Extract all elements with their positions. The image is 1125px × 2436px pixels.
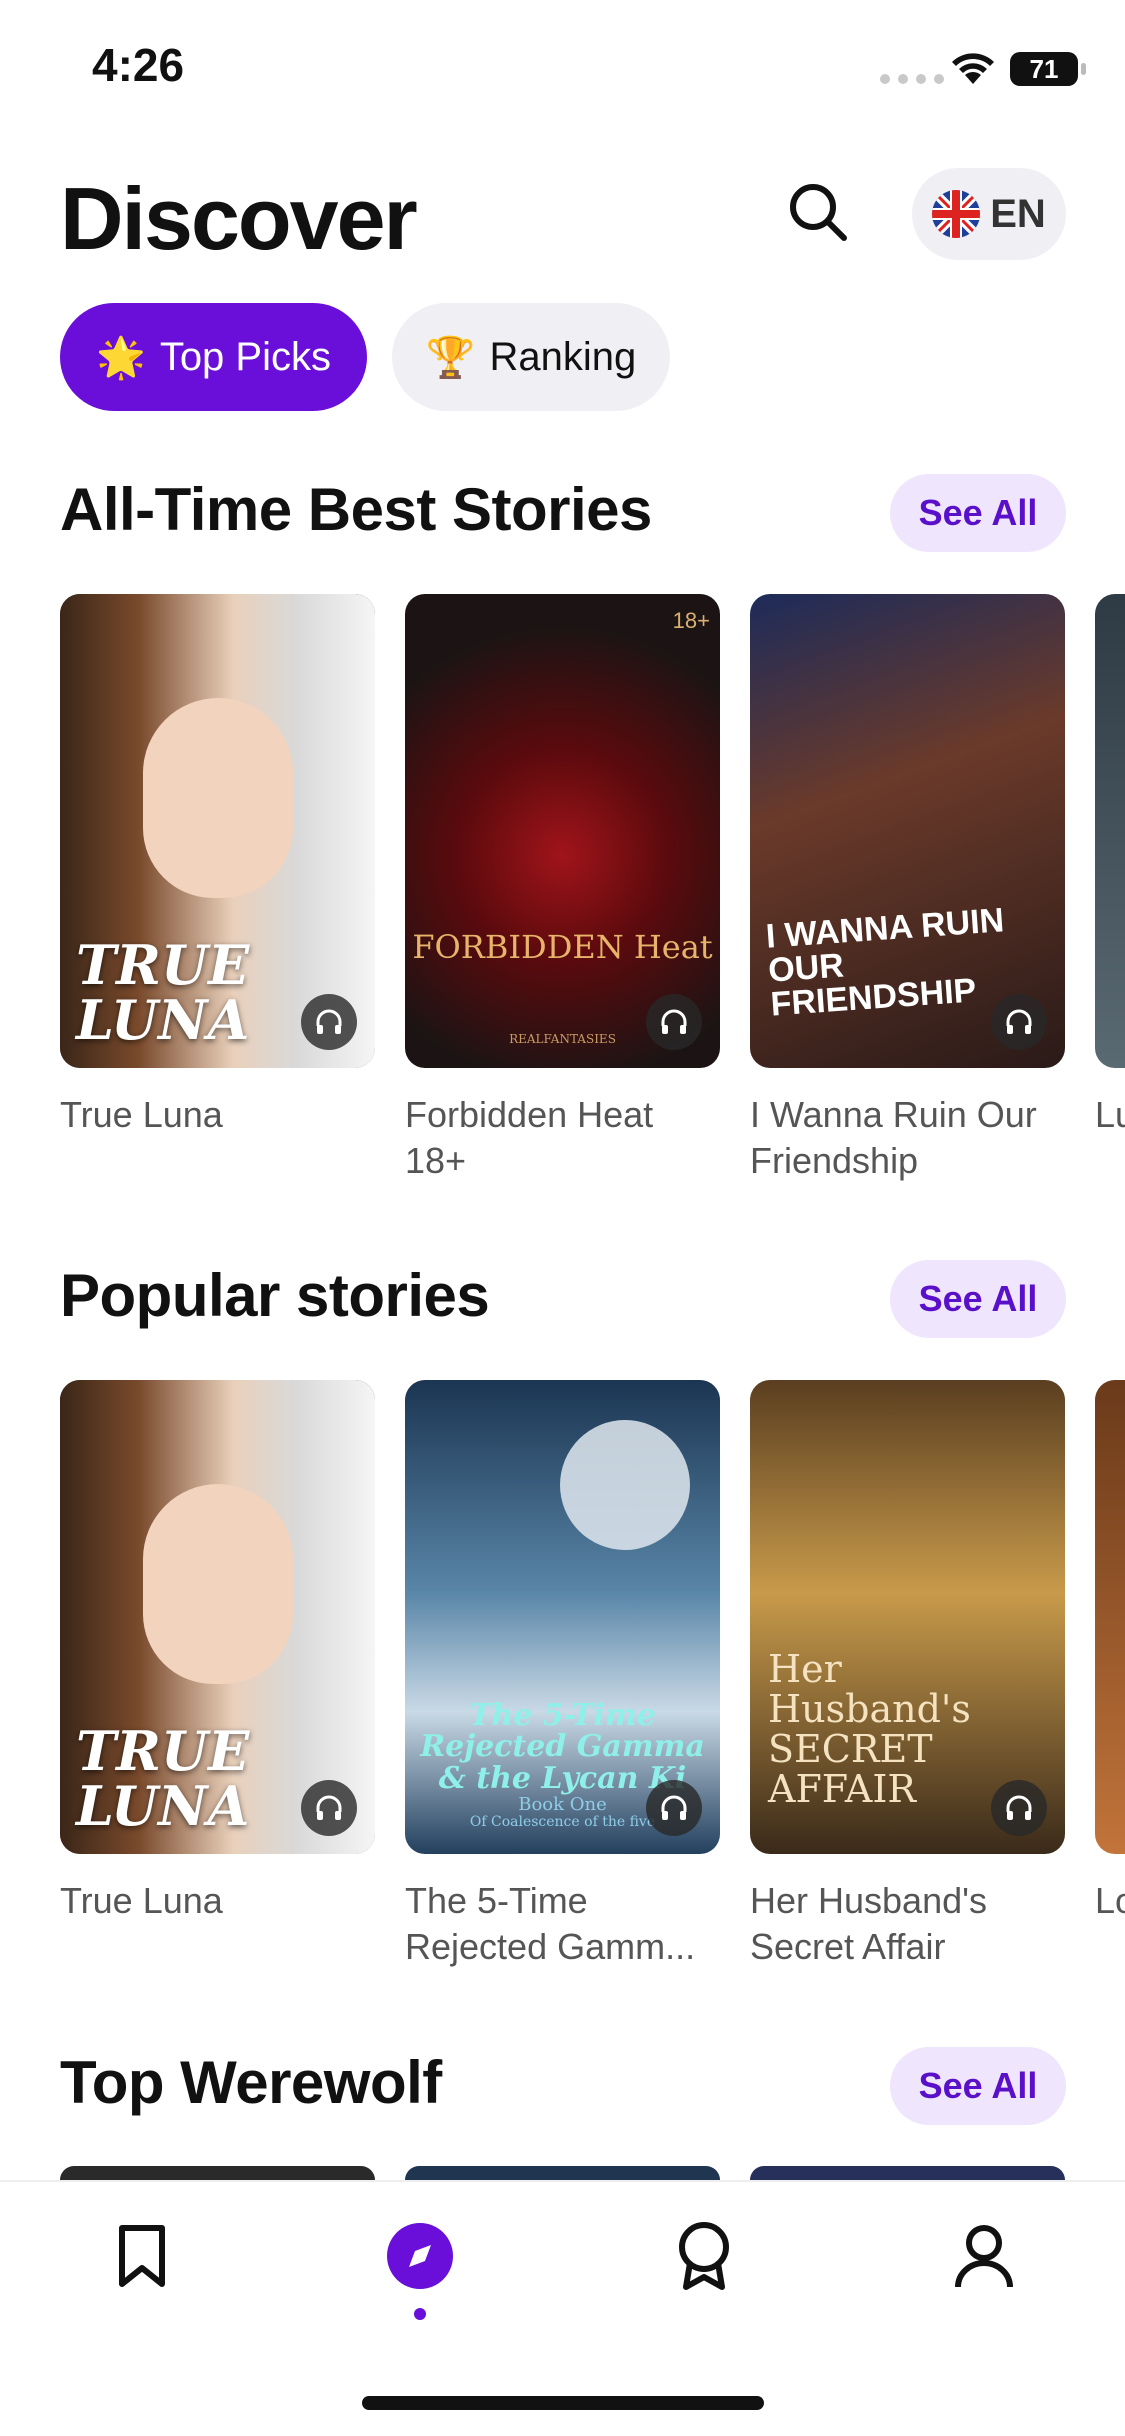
see-all-button[interactable]: See All — [890, 474, 1066, 552]
book-card[interactable]: TRUE LUNA True Luna — [60, 594, 375, 1138]
book-title: Lu — [1095, 1094, 1125, 1135]
cover-face-illustration — [142, 698, 293, 899]
tab-ranking[interactable]: 🏆 Ranking — [392, 303, 670, 411]
book-row-all-time-best[interactable]: TRUE LUNA True Luna 18+ FORBIDDEN Heat R… — [60, 594, 1125, 1194]
home-indicator — [362, 2396, 764, 2410]
book-card[interactable]: Lo Re — [1095, 1380, 1125, 1924]
book-title: The 5-Time Rejected Gamm... — [405, 1880, 696, 1967]
book-title: I Wanna Ruin Our Friendship — [750, 1094, 1037, 1181]
compass-icon — [387, 2223, 453, 2289]
book-row-popular[interactable]: TRUE LUNA True Luna The 5-Time Rejected … — [60, 1380, 1125, 1980]
book-cover[interactable] — [1095, 1380, 1125, 1854]
book-card[interactable]: TRUE LUNA True Luna — [60, 1380, 375, 1924]
book-cover[interactable]: I WANNA RUIN OUR FRIENDSHIP — [750, 594, 1065, 1068]
status-time: 4:26 — [92, 39, 185, 91]
nav-library[interactable] — [102, 2216, 182, 2296]
section-title-all-time-best: All-Time Best Stories — [60, 476, 652, 543]
uk-flag-icon — [932, 190, 981, 238]
book-card[interactable]: Lu — [1095, 594, 1125, 1138]
cellular-signal-icon — [880, 74, 944, 84]
wifi-icon — [952, 53, 994, 84]
tab-top-picks[interactable]: 🌟 Top Picks — [60, 303, 367, 411]
moon-illustration — [560, 1420, 690, 1550]
user-icon — [955, 2225, 1013, 2288]
audio-icon — [301, 1780, 357, 1836]
book-card[interactable]: 18+ FORBIDDEN Heat REALFANTASIES Forbidd… — [405, 594, 720, 1184]
book-card[interactable]: The 5-Time Rejected Gamma & the Lycan Ki… — [405, 1380, 720, 1970]
nav-rewards[interactable] — [664, 2216, 744, 2296]
audio-icon — [646, 994, 702, 1050]
bookmark-icon — [119, 2225, 165, 2287]
cover-title: The 5-Time Rejected Gamma & the Lycan Ki — [420, 1697, 705, 1796]
section-title-popular: Popular stories — [60, 1262, 490, 1329]
book-title: Forbidden Heat 18+ — [405, 1094, 654, 1181]
trophy-icon: 🏆 — [425, 335, 476, 380]
book-title: True Luna — [60, 1094, 223, 1135]
book-cover[interactable]: Her Husband's SECRET AFFAIR — [750, 1380, 1065, 1854]
book-card[interactable]: I WANNA RUIN OUR FRIENDSHIP I Wanna Ruin… — [750, 594, 1065, 1184]
nav-profile[interactable] — [944, 2216, 1024, 2296]
book-title: Her Husband's Secret Affair — [750, 1880, 987, 1967]
book-cover-peek[interactable] — [60, 2166, 375, 2180]
search-icon — [790, 184, 847, 241]
battery-level: 71 — [1029, 53, 1059, 84]
cover-age-badge: 18+ — [672, 608, 710, 633]
audio-icon — [991, 994, 1047, 1050]
tab-label: Ranking — [489, 334, 637, 379]
search-button[interactable] — [782, 176, 854, 248]
nav-discover[interactable] — [380, 2216, 460, 2296]
cover-title: FORBIDDEN Heat — [412, 928, 713, 967]
book-cover[interactable]: The 5-Time Rejected Gamma & the Lycan Ki… — [405, 1380, 720, 1854]
book-cover[interactable]: TRUE LUNA — [60, 594, 375, 1068]
audio-icon — [991, 1780, 1047, 1836]
active-indicator — [414, 2308, 426, 2320]
book-cover-peek[interactable] — [405, 2166, 720, 2180]
language-label: EN — [990, 191, 1046, 236]
tab-label: Top Picks — [159, 334, 331, 379]
status-bar: 4:26 71 — [0, 0, 1125, 140]
book-card[interactable]: Her Husband's SECRET AFFAIR Her Husband'… — [750, 1380, 1065, 1970]
see-all-button[interactable]: See All — [890, 1260, 1066, 1338]
page-title: Discover — [60, 169, 418, 268]
book-cover[interactable]: 18+ FORBIDDEN Heat REALFANTASIES — [405, 594, 720, 1068]
section-title-top-werewolf: Top Werewolf — [60, 2049, 442, 2116]
audio-icon — [301, 994, 357, 1050]
book-cover[interactable]: TRUE LUNA — [60, 1380, 375, 1854]
book-cover[interactable] — [1095, 594, 1125, 1068]
cover-face-illustration — [142, 1484, 293, 1685]
book-cover-peek[interactable] — [750, 2166, 1065, 2180]
award-icon — [679, 2222, 729, 2290]
book-title: True Luna — [60, 1880, 223, 1921]
book-title: Lo Re — [1095, 1880, 1125, 1921]
star-icon: 🌟 — [96, 335, 146, 380]
language-selector[interactable]: EN — [912, 168, 1066, 260]
see-all-button[interactable]: See All — [890, 2047, 1066, 2125]
battery-icon: 71 — [1010, 52, 1086, 86]
audio-icon — [646, 1780, 702, 1836]
